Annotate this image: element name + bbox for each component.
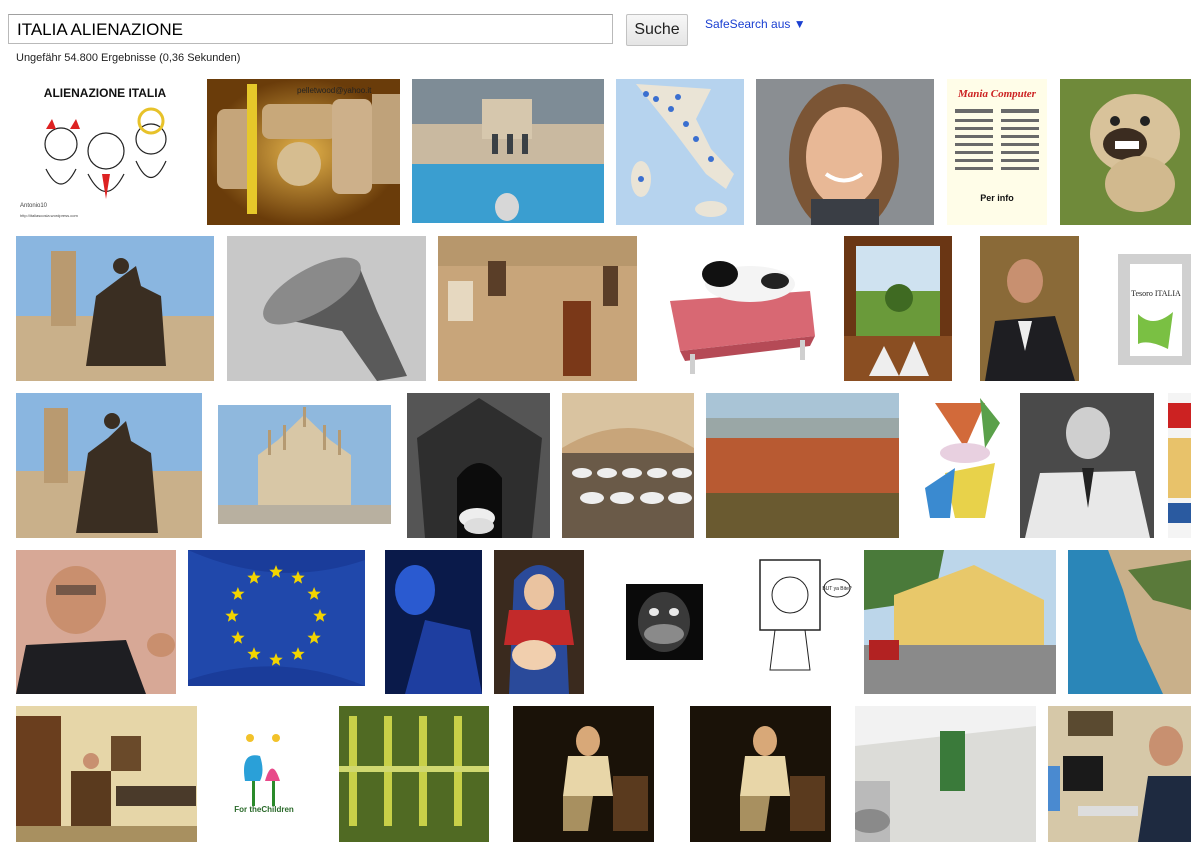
thumb-house-green-shutters[interactable] xyxy=(855,706,1036,842)
thumb-villa-pool[interactable] xyxy=(412,79,604,223)
thumb-for-the-children-logo[interactable]: For theChildren xyxy=(220,726,308,822)
thumb-italy-map[interactable] xyxy=(616,79,744,225)
thumb-eu-flag[interactable] xyxy=(188,550,365,686)
thumb-window-painting[interactable] xyxy=(844,236,952,381)
thumb-mania-computer-flyer[interactable]: Mania Computer Per info xyxy=(947,79,1047,225)
thumb-dog-on-pink-ottoman[interactable] xyxy=(650,236,830,381)
thumb-book-spine-partial[interactable] xyxy=(1168,393,1191,538)
thumb-man-at-desk[interactable] xyxy=(1048,706,1191,842)
thumb-abstract-art[interactable] xyxy=(925,393,1003,523)
flyer-footer: Per info xyxy=(980,193,1014,203)
book-title: Tesoro ITALIA xyxy=(1131,289,1181,298)
image-results-grid: ALIENAZIONE ITALIA Antonio10 http://ital… xyxy=(0,0,1191,842)
thumb-child-covering-mouth[interactable] xyxy=(626,584,703,660)
thumb-wood-briquettes[interactable]: pelletwood@yahoo.it xyxy=(207,79,400,225)
thumb-madonna-child-painting[interactable] xyxy=(494,550,584,694)
thumb-city-panorama[interactable] xyxy=(706,393,899,538)
briquette-watermark: pelletwood@yahoo.it xyxy=(297,86,372,95)
thumb-tesoro-italia-book[interactable]: Tesoro ITALIA xyxy=(1118,254,1191,365)
thumb-palazzo-facade[interactable] xyxy=(438,236,637,381)
children-caption: For theChildren xyxy=(234,805,294,814)
thumb-blue-photo[interactable] xyxy=(385,550,482,694)
thumb-sitting-boy-painting-2[interactable] xyxy=(690,706,831,842)
thumb-green-shelves[interactable] xyxy=(339,706,489,842)
thumb-equestrian-statue-2[interactable] xyxy=(16,393,202,538)
thumb-caricature-cartoon[interactable]: BUT ya Bite? xyxy=(745,550,852,694)
thumb-coast-aerial[interactable] xyxy=(1068,550,1191,694)
thumb-yellow-building[interactable] xyxy=(864,550,1056,694)
thumb-pug-dog[interactable] xyxy=(1060,79,1191,225)
thumb-milan-cathedral[interactable] xyxy=(218,405,391,524)
cartoon-url: http://italiascosia.wordpress.com xyxy=(20,213,78,218)
thumb-praying-crowd[interactable] xyxy=(562,393,694,538)
thumb-conference-room[interactable] xyxy=(16,706,197,842)
thumb-older-man-bw[interactable] xyxy=(1020,393,1154,538)
thumb-sitting-boy-painting-1[interactable] xyxy=(513,706,654,842)
thumb-grey-funnel-sculpture[interactable] xyxy=(227,236,426,381)
flyer-brand: Mania Computer xyxy=(957,88,1037,100)
thumb-man-in-office[interactable] xyxy=(980,236,1079,381)
cartoon-speech: BUT ya Bite? xyxy=(822,586,852,592)
thumb-equestrian-statue-1[interactable] xyxy=(16,236,214,381)
cartoon-caption: ALIENAZIONE ITALIA xyxy=(44,86,167,100)
cartoon-signature: Antonio10 xyxy=(20,203,48,209)
thumb-woman-portrait[interactable] xyxy=(756,79,934,225)
thumb-cartoon-alienazione-italia[interactable]: ALIENAZIONE ITALIA Antonio10 http://ital… xyxy=(16,79,194,225)
thumb-man-pointing[interactable] xyxy=(16,550,176,694)
thumb-dog-house-bw[interactable] xyxy=(407,393,550,538)
